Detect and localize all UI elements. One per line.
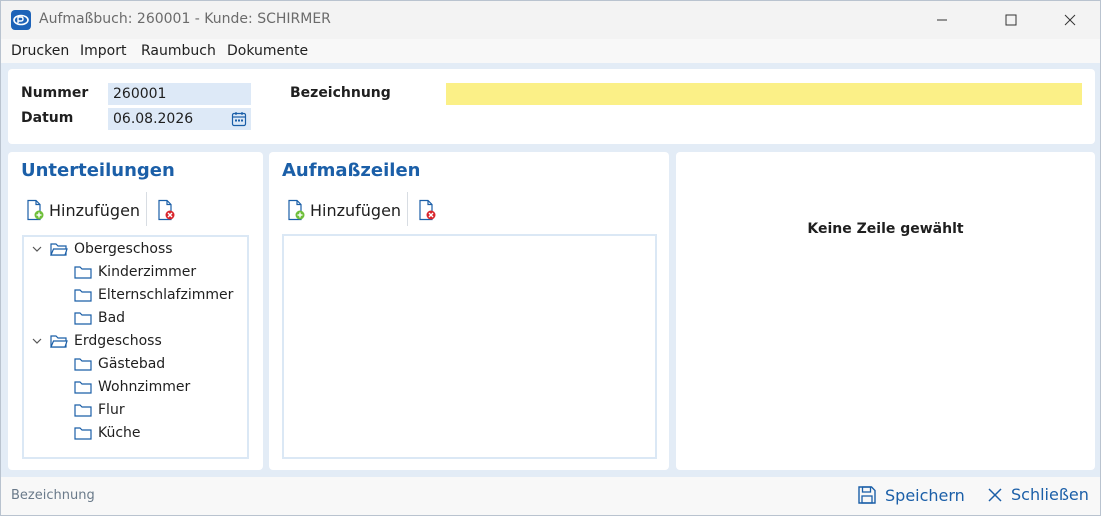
unterteilungen-panel: Unterteilungen Hinzufügen Obergeschoss K…	[8, 152, 263, 470]
tree-node-label: Obergeschoss	[74, 241, 173, 257]
add-document-icon	[27, 199, 44, 221]
folder-icon	[74, 357, 92, 372]
chevron-down-icon[interactable]	[30, 243, 44, 255]
close-button[interactable]: Schließen	[987, 485, 1089, 504]
folder-icon	[74, 380, 92, 395]
add-document-icon	[288, 199, 305, 221]
toolbar-separator	[146, 192, 147, 226]
folder-open-icon	[50, 334, 68, 349]
tree-node-wohnzimmer[interactable]: Wohnzimmer	[74, 377, 190, 397]
tree-node-label: Gästebad	[98, 356, 166, 372]
tree-node-obergeschoss[interactable]: Obergeschoss	[30, 239, 173, 259]
delete-document-icon	[419, 199, 436, 221]
window-close-button[interactable]	[1047, 5, 1093, 35]
tree-node-erdgeschoss[interactable]: Erdgeschoss	[30, 331, 162, 351]
minimize-button[interactable]	[919, 5, 965, 35]
save-label: Speichern	[885, 485, 965, 505]
save-icon	[857, 485, 877, 505]
unterteilungen-tree[interactable]: Obergeschoss Kinderzimmer Elternschlafzi…	[22, 235, 249, 459]
folder-icon	[74, 403, 92, 418]
maximize-icon	[1005, 14, 1017, 26]
tree-node-elternschlafzimmer[interactable]: Elternschlafzimmer	[74, 285, 233, 305]
datum-value: 06.08.2026	[113, 111, 194, 127]
aufmasszeilen-list[interactable]	[282, 234, 657, 459]
delete-document-icon	[158, 199, 175, 221]
header-panel: Nummer 260001 Datum 06.08.2026 Bezeichnu…	[8, 69, 1095, 144]
status-text: Bezeichnung	[11, 488, 95, 503]
unterteilungen-title: Unterteilungen	[21, 160, 175, 181]
bezeichnung-label: Bezeichnung	[290, 85, 391, 101]
app-window: Aufmaßbuch: 260001 - Kunde: SCHIRMER Dru…	[0, 0, 1101, 516]
tree-node-kinderzimmer[interactable]: Kinderzimmer	[74, 262, 196, 282]
tree-node-label: Erdgeschoss	[74, 333, 162, 349]
nummer-label: Nummer	[21, 85, 89, 101]
toolbar-separator	[407, 192, 408, 226]
menu-item-raumbuch[interactable]: Raumbuch	[141, 43, 216, 59]
status-bar: Bezeichnung Speichern Schließen	[1, 477, 1100, 515]
folder-icon	[74, 265, 92, 280]
minimize-icon	[937, 19, 947, 21]
tree-node-label: Küche	[98, 425, 141, 441]
tree-node-label: Kinderzimmer	[98, 264, 197, 280]
menu-item-import[interactable]: Import	[80, 43, 126, 59]
close-icon	[1064, 14, 1076, 26]
menu-item-dokumente[interactable]: Dokumente	[227, 43, 308, 59]
folder-icon	[74, 311, 92, 326]
nummer-field[interactable]: 260001	[108, 83, 251, 105]
tree-node-label: Elternschlafzimmer	[98, 287, 234, 303]
folder-icon	[74, 288, 92, 303]
datum-field[interactable]: 06.08.2026	[108, 108, 251, 130]
empty-selection-text: Keine Zeile gewählt	[807, 221, 964, 237]
content-area: Nummer 260001 Datum 06.08.2026 Bezeichnu…	[1, 63, 1100, 477]
unterteilungen-add-button[interactable]: Hinzufügen	[25, 198, 140, 222]
tree-node-kueche[interactable]: Küche	[74, 423, 141, 443]
calendar-icon[interactable]	[231, 111, 247, 131]
unterteilungen-add-label: Hinzufügen	[49, 200, 141, 220]
tree-node-label: Bad	[98, 310, 126, 326]
aufmasszeilen-panel: Aufmaßzeilen Hinzufügen	[269, 152, 669, 470]
save-button[interactable]: Speichern	[857, 485, 965, 505]
title-bar: Aufmaßbuch: 260001 - Kunde: SCHIRMER	[1, 1, 1100, 39]
menu-item-drucken[interactable]: Drucken	[11, 43, 69, 59]
tree-node-gaestebad[interactable]: Gästebad	[74, 354, 165, 374]
bezeichnung-field[interactable]	[446, 83, 1082, 105]
chevron-down-icon[interactable]	[30, 335, 44, 347]
tree-node-bad[interactable]: Bad	[74, 308, 125, 328]
datum-label: Datum	[21, 110, 74, 126]
detail-panel: Keine Zeile gewählt	[676, 152, 1095, 470]
unterteilungen-delete-button[interactable]	[156, 199, 176, 225]
folder-open-icon	[50, 242, 68, 257]
aufmasszeilen-add-button[interactable]: Hinzufügen	[286, 198, 401, 222]
close-icon	[987, 487, 1003, 503]
app-logo-icon	[11, 10, 31, 30]
tree-node-flur[interactable]: Flur	[74, 400, 125, 420]
close-label: Schließen	[1011, 485, 1089, 504]
aufmasszeilen-title: Aufmaßzeilen	[282, 160, 421, 181]
tree-node-label: Wohnzimmer	[98, 379, 191, 395]
menu-bar: Drucken Import Raumbuch Dokumente	[1, 39, 1100, 63]
aufmasszeilen-delete-button[interactable]	[417, 199, 437, 225]
maximize-button[interactable]	[988, 5, 1034, 35]
aufmasszeilen-add-label: Hinzufügen	[310, 200, 402, 220]
tree-node-label: Flur	[98, 402, 125, 418]
window-title: Aufmaßbuch: 260001 - Kunde: SCHIRMER	[39, 11, 331, 27]
folder-icon	[74, 426, 92, 441]
